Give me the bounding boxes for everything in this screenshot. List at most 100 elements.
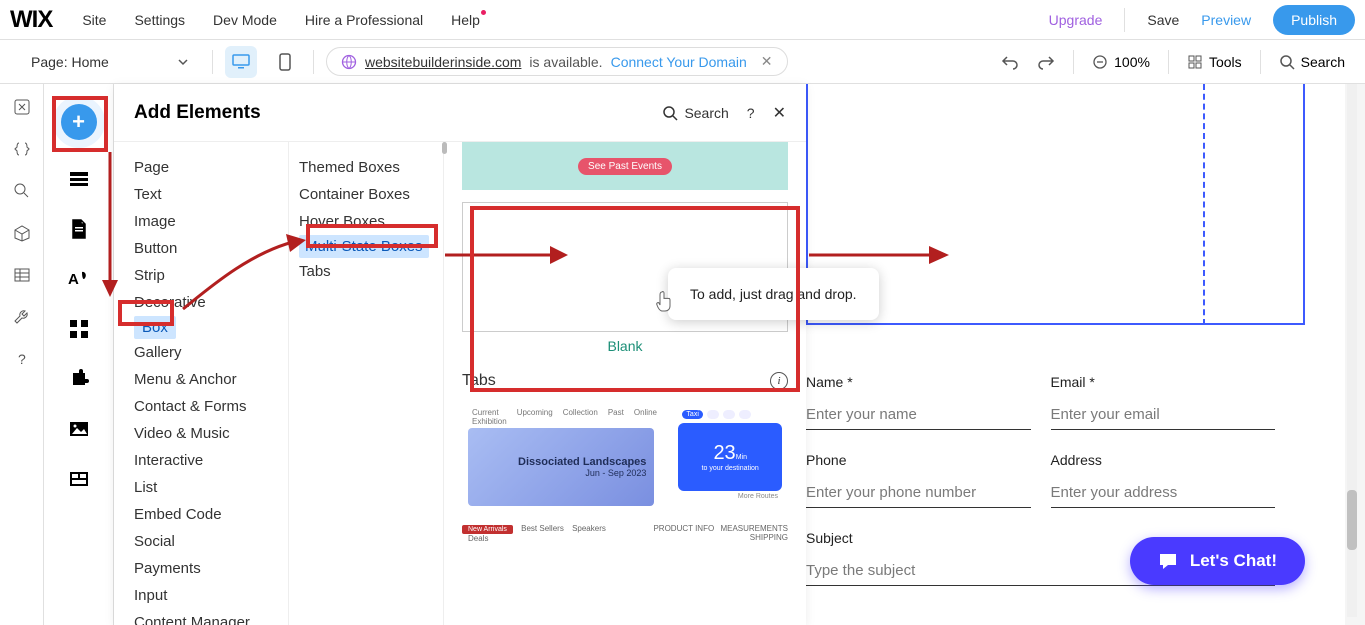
phone-field[interactable] xyxy=(806,478,1031,508)
box-icon[interactable] xyxy=(13,224,31,242)
cat-video[interactable]: Video & Music xyxy=(134,420,280,447)
cat-content-mgr[interactable]: Content Manager xyxy=(134,609,280,625)
cat-embed[interactable]: Embed Code xyxy=(134,501,280,528)
cat-box[interactable]: Box xyxy=(134,316,176,339)
search-icon[interactable] xyxy=(13,182,31,200)
global-search[interactable]: Search xyxy=(1279,54,1345,70)
separator xyxy=(1260,50,1261,74)
selection-border xyxy=(1303,84,1305,325)
zoom-control[interactable]: 100% xyxy=(1092,54,1150,70)
panel-search-label: Search xyxy=(684,105,728,121)
cat-image[interactable]: Image xyxy=(134,208,280,235)
cat-button[interactable]: Button xyxy=(134,235,280,262)
chat-label: Let's Chat! xyxy=(1190,551,1277,571)
cat-list[interactable]: List xyxy=(134,474,280,501)
cat-strip[interactable]: Strip xyxy=(134,262,280,289)
pages-icon[interactable] xyxy=(68,218,90,240)
undo-button[interactable] xyxy=(1001,53,1019,71)
subcat-multistate[interactable]: Multi-State Boxes xyxy=(299,235,429,258)
help-icon[interactable]: ? xyxy=(13,350,31,368)
preview-dest: to your destination xyxy=(702,465,759,472)
selection-border xyxy=(806,323,1305,325)
address-field[interactable] xyxy=(1051,478,1276,508)
sections-icon[interactable] xyxy=(68,168,90,190)
media-icon[interactable] xyxy=(68,418,90,440)
cat-social[interactable]: Social xyxy=(134,528,280,555)
separator xyxy=(1168,50,1169,74)
cat-payments[interactable]: Payments xyxy=(134,555,280,582)
domain-dismiss-button[interactable]: ✕ xyxy=(761,53,773,70)
cat-page[interactable]: Page xyxy=(134,154,280,181)
panel-close-button[interactable]: ✕ xyxy=(773,103,786,123)
cat-contact[interactable]: Contact & Forms xyxy=(134,393,280,420)
menu-help[interactable]: Help xyxy=(451,12,480,28)
preview-tab: SHIPPING xyxy=(750,533,788,542)
menu-devmode[interactable]: Dev Mode xyxy=(213,12,277,28)
cat-text[interactable]: Text xyxy=(134,181,280,208)
design-icon[interactable]: A xyxy=(68,268,90,290)
themed-box-preview[interactable]: See Past Events xyxy=(462,142,788,190)
panel-help-button[interactable]: ? xyxy=(747,105,755,121)
tabs-info-button[interactable]: i xyxy=(770,372,788,390)
preview-unit: Min xyxy=(736,454,747,461)
cat-interactive[interactable]: Interactive xyxy=(134,447,280,474)
cat-gallery[interactable]: Gallery xyxy=(134,339,280,366)
tabs-preview-b[interactable]: Taxi 23Min to your destination More Rout… xyxy=(672,400,788,512)
braces-icon[interactable] xyxy=(13,140,31,158)
tools-icon xyxy=(1187,54,1203,70)
menu-site[interactable]: Site xyxy=(82,12,106,28)
category-column: Page Text Image Button Strip Decorative … xyxy=(114,142,289,625)
save-button[interactable]: Save xyxy=(1147,12,1179,28)
vertical-scrollbar-thumb[interactable] xyxy=(1347,490,1357,550)
preview-button[interactable]: Preview xyxy=(1201,12,1251,28)
lower-preview-b[interactable]: PRODUCT INFO MEASUREMENTS SHIPPING xyxy=(629,524,788,543)
chevron-down-icon xyxy=(177,56,189,68)
lower-preview-a[interactable]: New Arrivals Best Sellers Speakers Deals xyxy=(462,524,621,543)
preview-tab: Deals xyxy=(468,534,488,543)
email-field[interactable] xyxy=(1051,400,1276,430)
wix-logo[interactable]: WIX xyxy=(10,6,52,34)
preview-title: Dissociated Landscapes xyxy=(518,456,646,468)
subcat-themed[interactable]: Themed Boxes xyxy=(299,154,433,181)
mobile-view-button[interactable] xyxy=(269,46,301,78)
preview-tab: Speakers xyxy=(572,524,606,533)
subcat-tabs[interactable]: Tabs xyxy=(299,258,433,285)
desktop-view-button[interactable] xyxy=(225,46,257,78)
preview-more: More Routes xyxy=(678,491,782,502)
preview-tab: Collection xyxy=(563,408,598,426)
page-selector[interactable]: Page: Home xyxy=(20,48,200,76)
add-elements-button[interactable]: + xyxy=(61,104,97,140)
preview-tab: Best Sellers xyxy=(521,524,564,533)
inspector-icon[interactable] xyxy=(13,98,31,116)
subcat-hover[interactable]: Hover Boxes xyxy=(299,208,433,235)
subcat-container[interactable]: Container Boxes xyxy=(299,181,433,208)
email-label: Email * xyxy=(1051,374,1276,390)
panel-search[interactable]: Search xyxy=(662,105,728,121)
cat-menu[interactable]: Menu & Anchor xyxy=(134,366,280,393)
desktop-icon xyxy=(232,54,250,70)
drag-drop-tooltip: To add, just drag and drop. xyxy=(668,268,879,320)
publish-button[interactable]: Publish xyxy=(1273,5,1355,35)
content-icon[interactable] xyxy=(68,468,90,490)
database-icon[interactable] xyxy=(13,266,31,284)
address-label: Address xyxy=(1051,452,1276,468)
wrench-icon[interactable] xyxy=(13,308,31,326)
separator xyxy=(212,50,213,74)
menu-hire[interactable]: Hire a Professional xyxy=(305,12,423,28)
redo-button[interactable] xyxy=(1037,53,1055,71)
phone-label: Phone xyxy=(806,452,1031,468)
addons-icon[interactable] xyxy=(68,368,90,390)
cat-decorative[interactable]: Decorative xyxy=(134,289,280,316)
cat-input[interactable]: Input xyxy=(134,582,280,609)
preview-tab: Current Exhibition xyxy=(472,408,507,426)
tools-button[interactable]: Tools xyxy=(1187,54,1242,70)
connect-domain-link[interactable]: Connect Your Domain xyxy=(611,54,747,70)
apps-icon[interactable] xyxy=(68,318,90,340)
menu-settings[interactable]: Settings xyxy=(134,12,185,28)
tabs-preview-a[interactable]: Current Exhibition Upcoming Collection P… xyxy=(462,400,660,512)
name-field[interactable] xyxy=(806,400,1031,430)
domain-name[interactable]: websitebuilderinside.com xyxy=(365,54,521,70)
globe-icon xyxy=(341,54,357,70)
chat-button[interactable]: Let's Chat! xyxy=(1130,537,1305,585)
upgrade-link[interactable]: Upgrade xyxy=(1049,12,1103,28)
